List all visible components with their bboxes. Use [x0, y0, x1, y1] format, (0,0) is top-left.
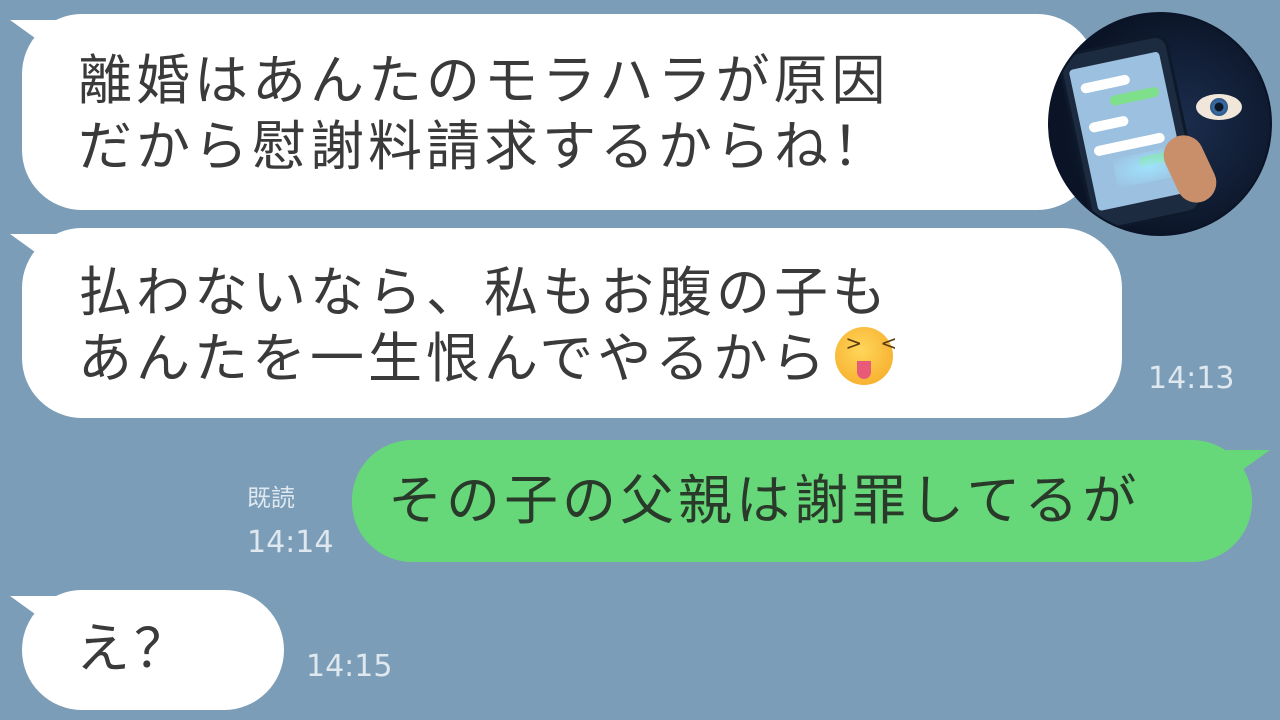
hooded-figure-phone-icon [1048, 12, 1272, 236]
eye-icon [1196, 94, 1242, 120]
message-line: 離婚はあんたのモラハラが原因 [78, 49, 890, 112]
message-timestamp: 14:13 [1148, 361, 1235, 396]
bubble-tail [10, 596, 60, 632]
message-line: その子の父親は謝罪してるが [388, 469, 1141, 532]
bubble-tail [1220, 450, 1270, 486]
bubble-tail [10, 234, 60, 270]
message-line: だから慰謝料請求するからね！ [78, 115, 890, 178]
phone-icon [1056, 32, 1204, 234]
bubble-tail [10, 20, 60, 56]
phone-chat-line [1088, 115, 1130, 134]
message-text: あんたを一生恨んでやるから [78, 327, 830, 390]
phone-screen [1068, 51, 1189, 212]
incoming-message-bubble[interactable]: 離婚はあんたのモラハラが原因 だから慰謝料請求するからね！ [10, 14, 1097, 210]
outgoing-message-bubble[interactable]: その子の父親は謝罪してるが [352, 440, 1270, 562]
phone-chat-line [1108, 86, 1160, 107]
squinting-tongue-emoji-icon [835, 327, 903, 385]
message-timestamp: 14:15 [306, 649, 393, 684]
read-receipt: 既読 [247, 484, 295, 512]
message-line: え？ [76, 617, 192, 680]
message-line: 払わないなら、私もお腹の子も [78, 261, 890, 324]
message-timestamp: 14:14 [247, 525, 334, 560]
incoming-message-bubble[interactable]: 払わないなら、私もお腹の子も あんたを一生恨んでやるから [10, 228, 1122, 418]
phone-chat-line [1079, 73, 1131, 95]
incoming-message-bubble[interactable]: え？ [10, 590, 284, 710]
message-line-with-emoji: あんたを一生恨んでやるから [78, 326, 1082, 392]
